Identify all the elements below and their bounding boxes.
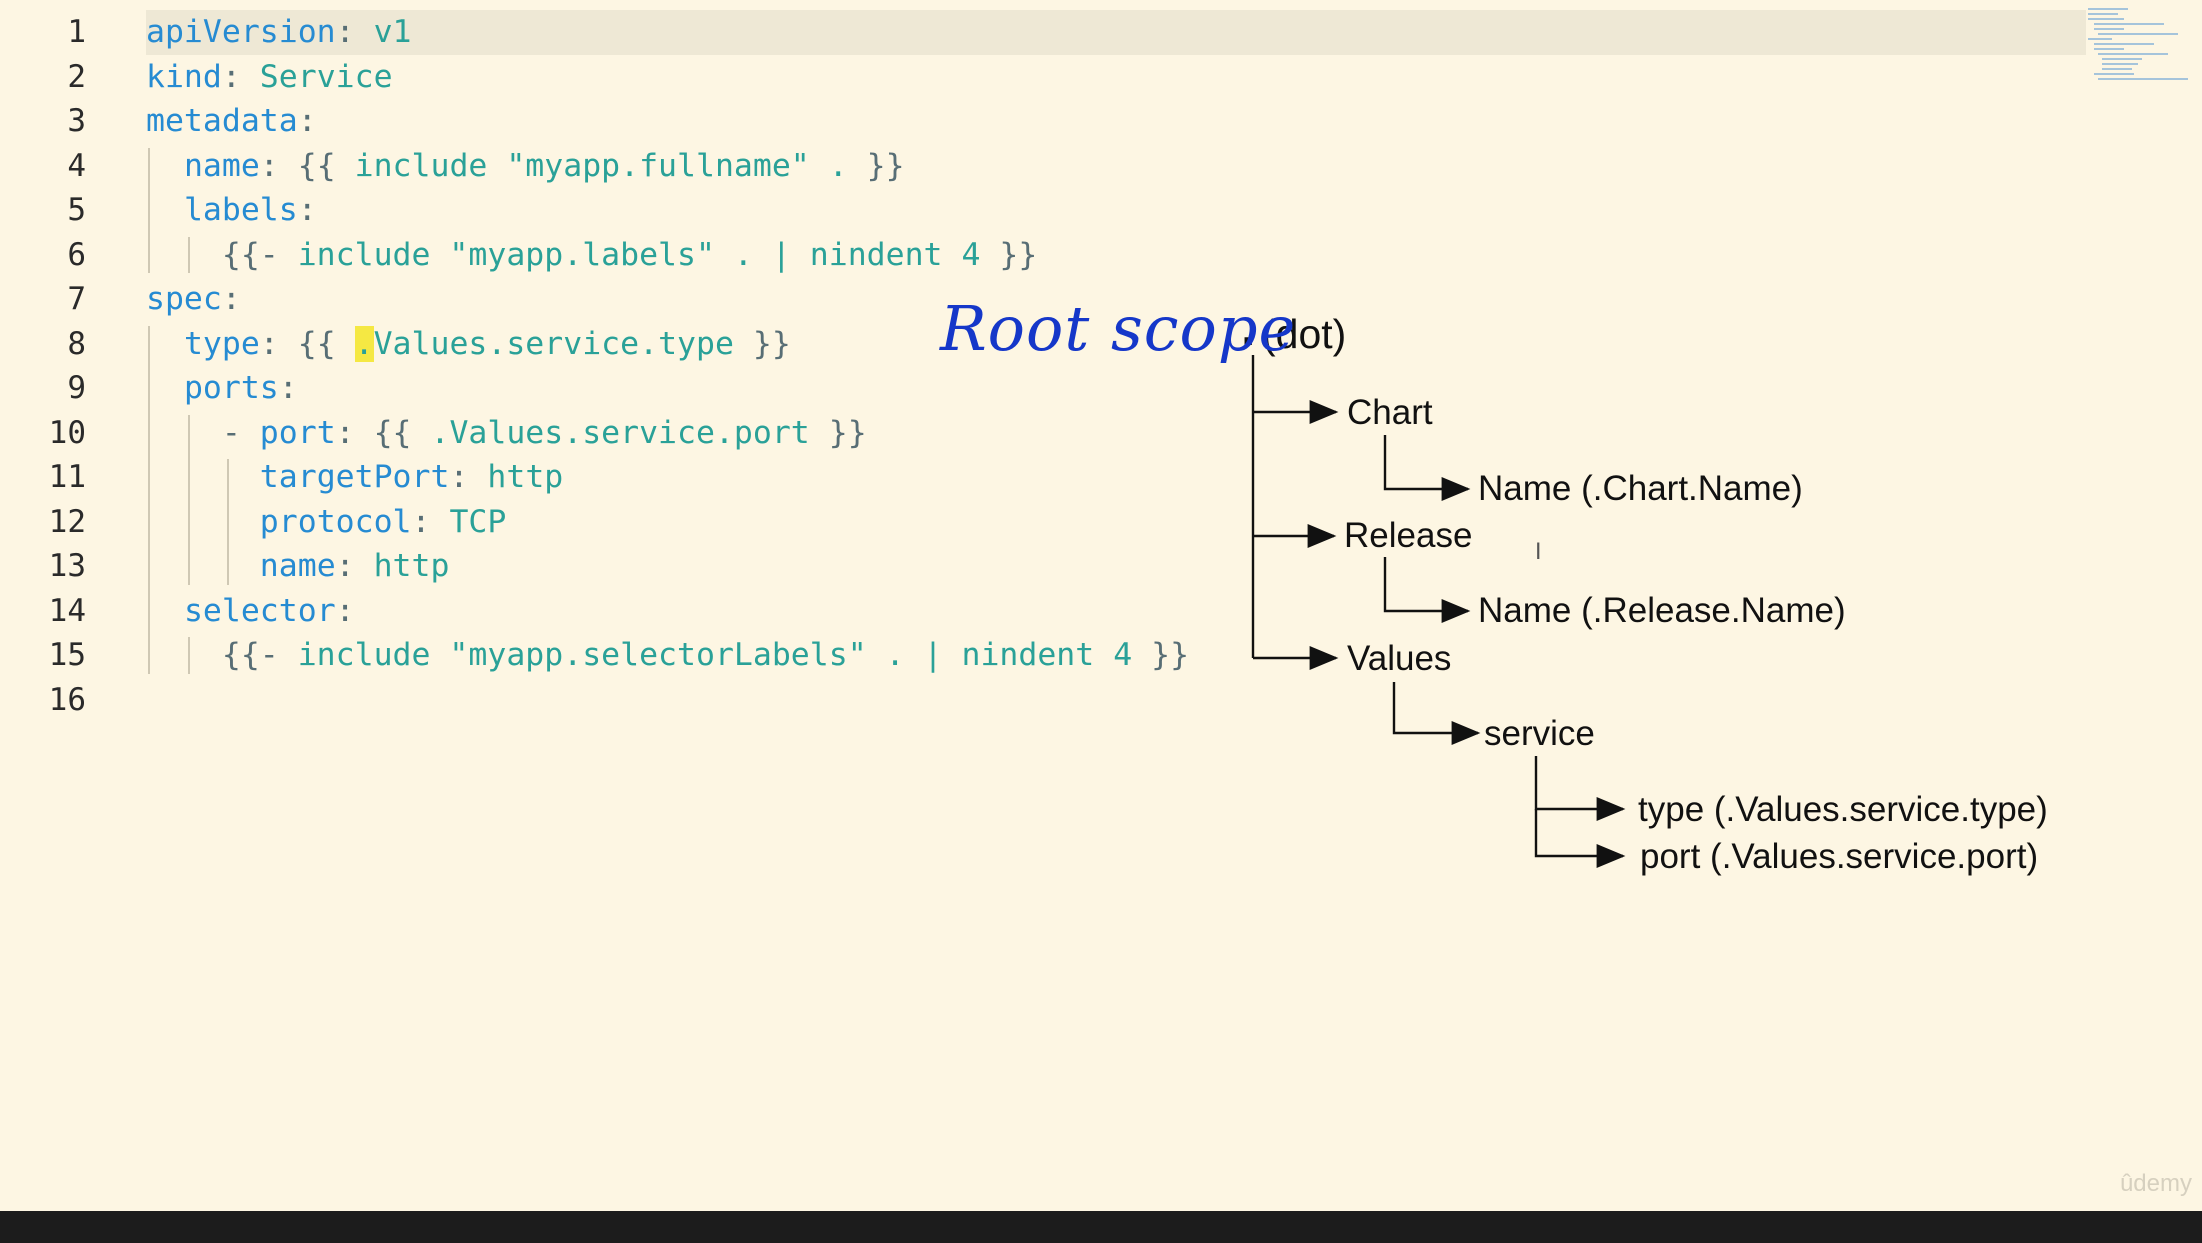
node-service-type: type (.Values.service.type) <box>1638 790 2048 829</box>
node-release: Release <box>1344 516 1472 555</box>
root-scope-annotation: Root scope <box>940 292 1297 365</box>
watermark-logo: ûdemy <box>2119 1170 2192 1197</box>
arrow-to-release-name <box>1383 557 1471 623</box>
arrow-to-chart-name <box>1383 435 1471 501</box>
node-chart: Chart <box>1347 393 1433 432</box>
node-service: service <box>1484 714 1595 753</box>
text-cursor-icon: I <box>1535 540 1542 565</box>
bottom-bar <box>0 1211 2202 1243</box>
node-values: Values <box>1347 639 1451 678</box>
arrow-to-service-type <box>1534 756 1626 821</box>
node-chart-name: Name (.Chart.Name) <box>1478 469 1803 508</box>
arrow-to-service <box>1392 682 1481 745</box>
node-service-port: port (.Values.service.port) <box>1640 837 2038 876</box>
node-release-name: Name (.Release.Name) <box>1478 591 1846 630</box>
arrow-to-service-port <box>1534 809 1626 868</box>
scope-diagram: . (dot) Chart Name (.Chart.Name) Release… <box>1241 299 2048 876</box>
